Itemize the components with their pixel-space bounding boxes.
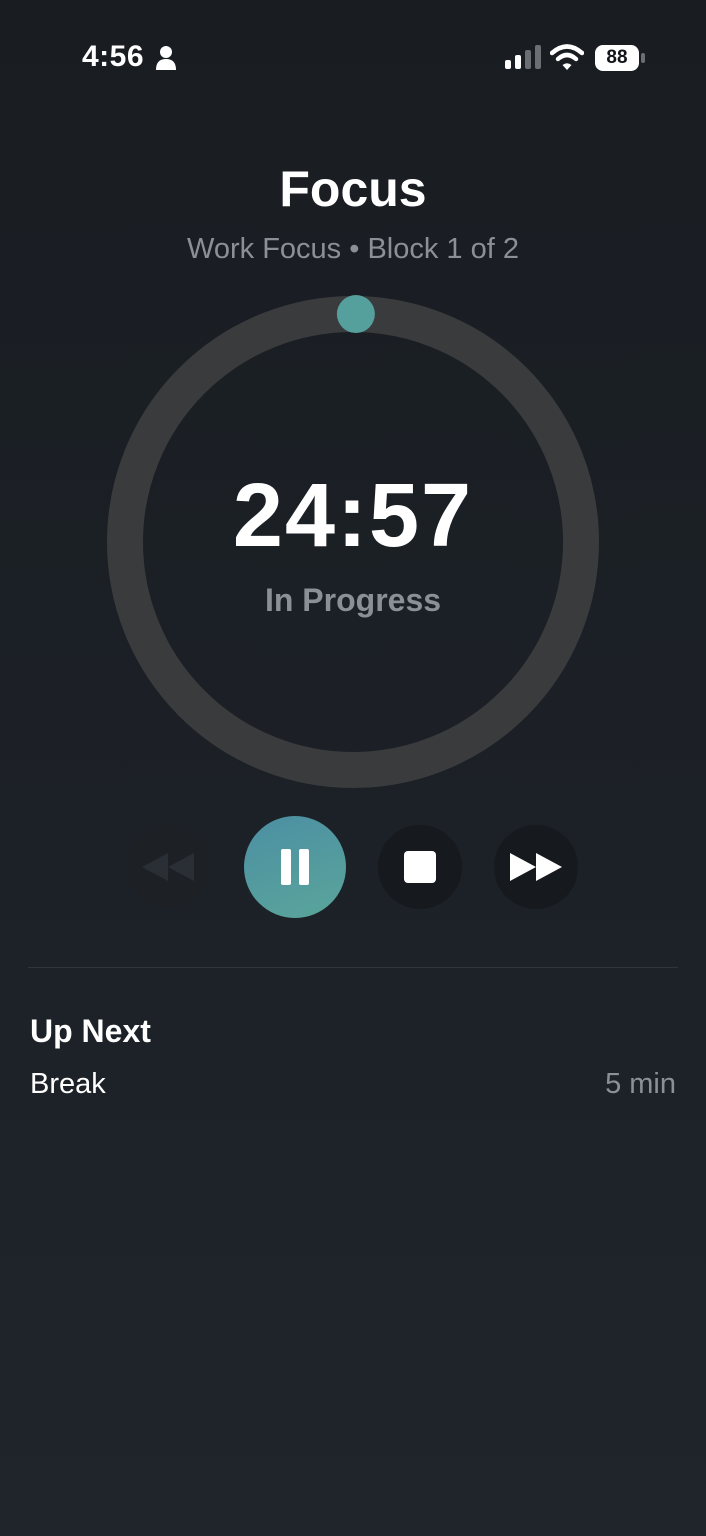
rewind-button[interactable]: [126, 825, 210, 909]
progress-ring-handle: [336, 295, 375, 334]
status-time: 4:56: [82, 40, 145, 73]
wifi-icon: [550, 44, 584, 70]
section-divider: [28, 967, 678, 968]
up-next-item-name: Break: [30, 1068, 106, 1100]
pause-icon: [281, 849, 309, 885]
battery-level: 88: [606, 47, 628, 68]
up-next-item-duration: 5 min: [605, 1068, 676, 1100]
up-next-heading: Up Next: [30, 1013, 151, 1049]
stop-icon: [404, 851, 436, 883]
cellular-signal-icon: [505, 45, 541, 69]
rewind-icon: [142, 853, 194, 881]
timer-status: In Progress: [264, 582, 442, 618]
fast-forward-button[interactable]: [494, 825, 578, 909]
pause-button[interactable]: [244, 816, 346, 918]
stop-button[interactable]: [378, 825, 462, 909]
status-bar: 4:56 88: [0, 0, 706, 110]
person-icon: [156, 46, 176, 70]
page-title: Focus: [279, 161, 427, 217]
fast-forward-icon: [510, 853, 562, 881]
session-subtitle: Work Focus • Block 1 of 2: [187, 233, 519, 265]
timer-display: 24:57: [232, 466, 474, 566]
